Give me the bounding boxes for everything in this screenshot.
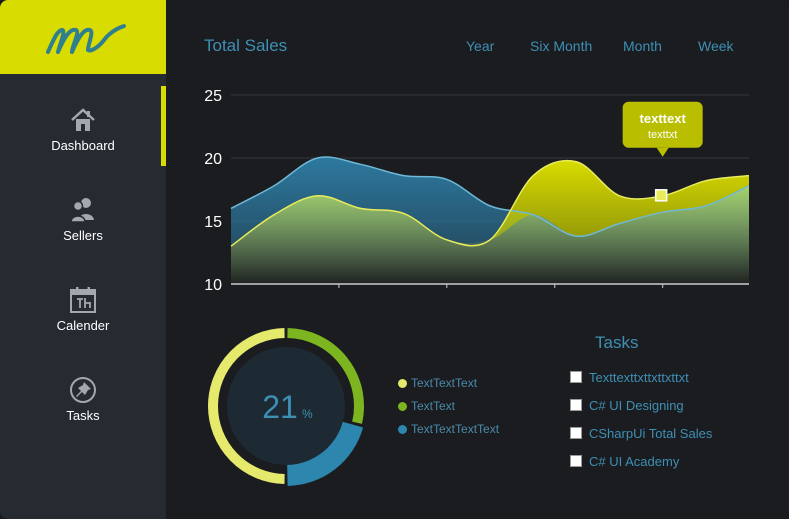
sidebar-item-label: Dashboard <box>51 138 115 153</box>
donut-value: 21 <box>262 389 298 425</box>
sidebar-item-label: Calender <box>56 318 110 333</box>
range-week-button[interactable]: Week <box>698 38 734 54</box>
task-label: C# UI Academy <box>589 454 680 469</box>
main-panel: Total Sales Year Six Month Month Week 10… <box>166 0 789 519</box>
sidebar: Dashboard Sellers Calender Tasks <box>0 0 166 519</box>
tooltip-pointer <box>656 147 669 157</box>
range-six-month-button[interactable]: Six Month <box>530 38 592 54</box>
sidebar-item-calender[interactable]: Calender <box>0 286 166 376</box>
logo-icon <box>46 24 126 54</box>
range-month-button[interactable]: Month <box>623 38 662 54</box>
donut-unit: % <box>302 407 313 421</box>
y-tick-label: 15 <box>204 214 222 231</box>
legend-dot <box>398 379 407 388</box>
pin-icon <box>70 377 96 403</box>
tooltip-subtitle: texttxt <box>648 129 677 141</box>
sidebar-item-sellers[interactable]: Sellers <box>0 196 166 286</box>
tooltip-marker[interactable] <box>654 189 668 202</box>
sidebar-item-dashboard[interactable]: Dashboard <box>0 106 166 196</box>
task-checkbox[interactable] <box>570 455 582 467</box>
legend-dot <box>398 402 407 411</box>
legend-label: TextTextText <box>411 376 478 390</box>
sidebar-item-tasks[interactable]: Tasks <box>0 376 166 466</box>
task-label: C# UI Designing <box>589 398 684 413</box>
task-label: CSharpUi Total Sales <box>589 426 713 441</box>
legend-dot <box>398 425 407 434</box>
donut-chart: 21 % <box>208 328 364 486</box>
sales-area-chart: 10 15 20 25 texttext texttxt <box>204 88 750 294</box>
tasks-title: Tasks <box>595 333 639 352</box>
task-checkbox[interactable] <box>570 399 582 411</box>
logo <box>0 0 166 74</box>
task-checkbox[interactable] <box>570 427 582 439</box>
home-icon <box>71 108 95 131</box>
y-tick-label: 25 <box>204 88 222 105</box>
calendar-icon <box>70 287 96 313</box>
legend-label: TextTextTextText <box>411 422 500 436</box>
task-label: Texttexttxttxttxttxt <box>589 370 689 385</box>
legend-label: TextText <box>411 399 456 413</box>
range-year-button[interactable]: Year <box>466 38 494 54</box>
y-tick-label: 20 <box>204 151 222 168</box>
page-title: Total Sales <box>204 36 288 55</box>
task-checkbox[interactable] <box>570 371 582 383</box>
tooltip-title: texttext <box>640 111 687 126</box>
sidebar-item-label: Tasks <box>66 408 100 423</box>
users-icon <box>70 198 94 223</box>
y-tick-label: 10 <box>204 277 222 294</box>
app-window: Dashboard Sellers Calender Tasks Total S… <box>0 0 789 519</box>
sidebar-item-label: Sellers <box>63 228 103 243</box>
